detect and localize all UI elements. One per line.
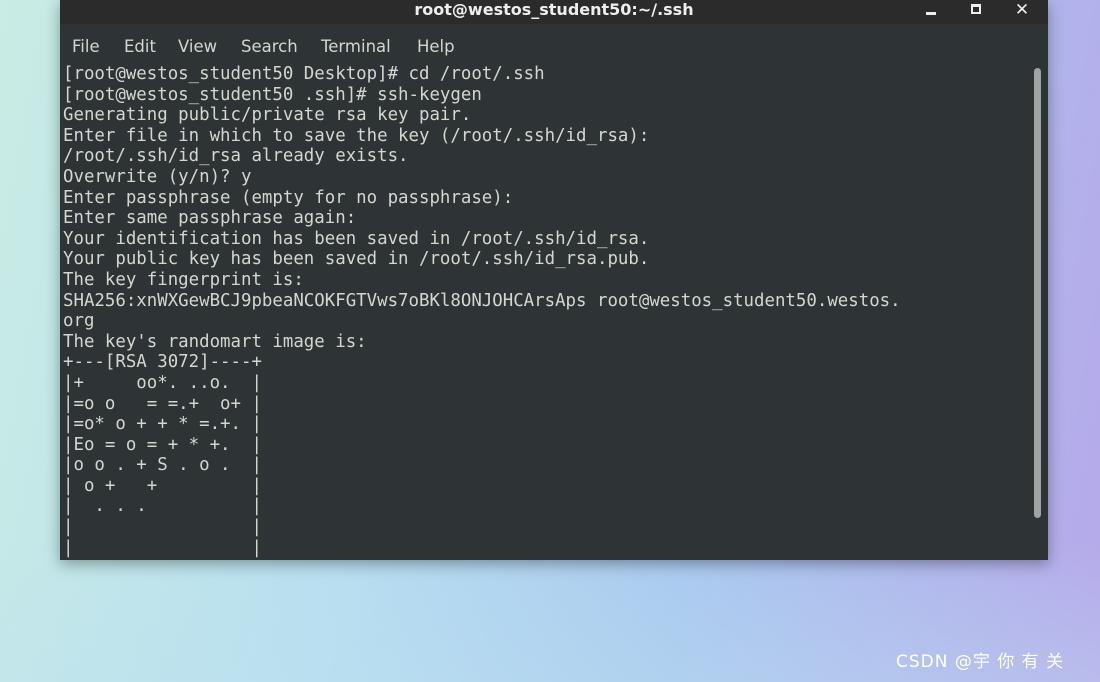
- close-icon: ✕: [1014, 0, 1030, 20]
- terminal-line: [root@westos_student50 Desktop]# cd /roo…: [63, 64, 545, 84]
- terminal-line: |=o* o + + * =.+. |: [63, 414, 262, 435]
- terminal-line: Enter file in which to save the key (/ro…: [63, 125, 650, 146]
- terminal-scrollbar[interactable]: [1030, 64, 1044, 560]
- menu-view[interactable]: View: [178, 36, 217, 58]
- terminal-line: The key fingerprint is:: [63, 269, 304, 290]
- scrollbar-thumb[interactable]: [1034, 68, 1041, 518]
- menu-edit[interactable]: Edit: [124, 36, 156, 58]
- csdn-watermark: CSDN @宇 你 有 关: [896, 652, 1065, 672]
- maximize-button[interactable]: [960, 0, 992, 22]
- terminal-line: |Eo = o = + * +. |: [63, 434, 262, 455]
- terminal-window: root@westos_student50:~/.ssh ✕ File Edit…: [60, 0, 1048, 560]
- maximize-icon: [971, 4, 981, 14]
- terminal-line: Enter passphrase (empty for no passphras…: [63, 187, 514, 208]
- terminal-output-area[interactable]: [root@westos_student50 Desktop]# cd /roo…: [60, 62, 1048, 560]
- terminal-line: +---[RSA 3072]----+: [63, 352, 262, 373]
- window-title: root@westos_student50:~/.ssh: [414, 0, 694, 19]
- terminal-line: | |: [63, 517, 262, 538]
- terminal-line: The key's randomart image is:: [63, 331, 367, 352]
- close-button[interactable]: ✕: [1006, 0, 1038, 22]
- terminal-line: Enter same passphrase again:: [63, 208, 357, 229]
- terminal-line: |=o o = =.+ o+ |: [63, 393, 262, 414]
- menu-bar: File Edit View Search Terminal Help: [60, 32, 1048, 62]
- menu-help[interactable]: Help: [417, 36, 455, 58]
- minimize-button[interactable]: [915, 0, 947, 22]
- minimize-icon: [926, 12, 936, 15]
- terminal-line: Your identification has been saved in /r…: [63, 228, 650, 249]
- terminal-line: Your public key has been saved in /root/…: [63, 249, 650, 270]
- terminal-line: | |: [63, 537, 262, 558]
- terminal-line: | o + + |: [63, 475, 262, 496]
- terminal-line: [root@westos_student50 .ssh]# ssh-keygen: [63, 84, 482, 105]
- menu-file[interactable]: File: [72, 36, 100, 58]
- title-bar[interactable]: root@westos_student50:~/.ssh ✕: [60, 0, 1048, 24]
- menu-search[interactable]: Search: [241, 36, 298, 58]
- terminal-text: [root@westos_student50 Desktop]# cd /roo…: [63, 64, 901, 558]
- terminal-line: | . . . |: [63, 496, 262, 517]
- terminal-line: Generating public/private rsa key pair.: [63, 105, 472, 126]
- menu-terminal[interactable]: Terminal: [321, 36, 391, 58]
- terminal-line: |o o . + S . o . |: [63, 455, 262, 476]
- terminal-line: Overwrite (y/n)? y: [63, 166, 252, 187]
- terminal-line: org: [63, 311, 95, 332]
- terminal-line: |+ oo*. ..o. |: [63, 372, 262, 393]
- terminal-line: /root/.ssh/id_rsa already exists.: [63, 146, 409, 167]
- terminal-line: SHA256:xnWXGewBCJ9pbeaNCOKFGTVws7oBKl8ON…: [63, 290, 901, 311]
